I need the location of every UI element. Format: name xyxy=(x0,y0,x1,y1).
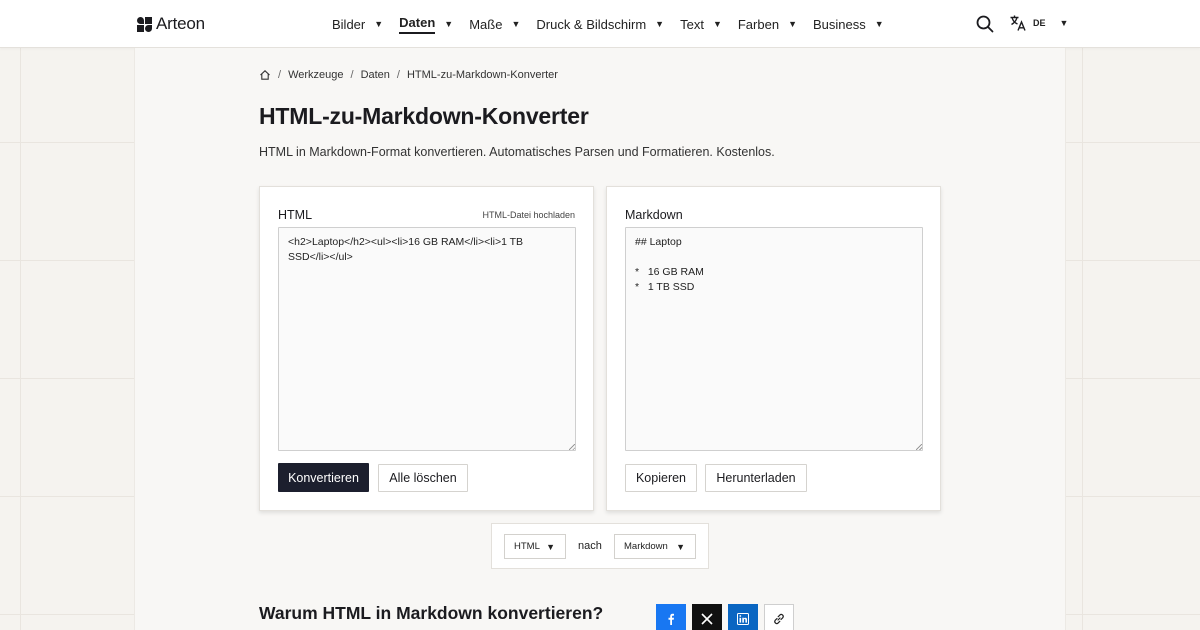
page-subtitle: HTML in Markdown-Format konvertieren. Au… xyxy=(259,145,775,159)
resize-handle-icon[interactable] xyxy=(569,444,575,450)
target-format-value: Markdown xyxy=(624,541,668,552)
html-input-textarea[interactable]: <h2>Laptop</h2><ul><li>16 GB RAM</li><li… xyxy=(278,227,576,451)
search-button[interactable] xyxy=(976,15,994,33)
caret-down-icon: ▼ xyxy=(712,19,722,29)
html-input-label: HTML xyxy=(278,208,313,222)
nav-item-druck-bildschirm[interactable]: Druck & Bildschirm ▼ xyxy=(536,0,664,48)
breadcrumb-separator: / xyxy=(278,69,282,81)
nav-item-daten[interactable]: Daten ▼ xyxy=(399,0,453,48)
nav-item-text[interactable]: Text ▼ xyxy=(680,0,722,48)
search-icon xyxy=(976,15,994,33)
nav-item-label: Business xyxy=(812,16,866,32)
nav-item-label: Text xyxy=(680,16,704,32)
convert-button[interactable]: Konvertieren xyxy=(278,463,369,492)
nav-item-label: Maße xyxy=(469,16,503,32)
top-navigation-bar: Arteon Bilder ▼ Daten ▼ Maße ▼ Druck & B… xyxy=(0,0,1200,48)
caret-down-icon: ▼ xyxy=(511,19,521,29)
caret-down-icon: ▼ xyxy=(374,19,384,29)
nav-item-label: Druck & Bildschirm xyxy=(536,16,647,32)
nav-item-label: Daten xyxy=(399,15,436,34)
nav-item-label: Bilder xyxy=(332,16,366,32)
clear-all-button[interactable]: Alle löschen xyxy=(378,464,468,492)
caret-down-icon: ▼ xyxy=(1059,18,1069,28)
language-switcher[interactable]: DE ▼ xyxy=(1009,14,1068,32)
copy-link-button[interactable] xyxy=(764,604,794,630)
upload-html-file-link[interactable]: HTML-Datei hochladen xyxy=(482,210,575,220)
share-x-button[interactable] xyxy=(692,604,722,630)
nav-item-farben[interactable]: Farben ▼ xyxy=(738,0,797,48)
caret-down-icon: ▼ xyxy=(655,19,665,29)
caret-down-icon: ▼ xyxy=(676,541,685,552)
share-facebook-button[interactable] xyxy=(656,604,686,630)
breadcrumb-separator: / xyxy=(350,69,354,81)
caret-down-icon: ▼ xyxy=(874,19,884,29)
section-heading: Warum HTML in Markdown konvertieren? xyxy=(259,603,604,623)
breadcrumb-daten[interactable]: Daten xyxy=(361,69,390,81)
main-nav: Bilder ▼ Daten ▼ Maße ▼ Druck & Bildschi… xyxy=(332,0,900,48)
nav-item-label: Farben xyxy=(737,16,780,32)
caret-down-icon: ▼ xyxy=(546,541,555,552)
markdown-output-card: Markdown ## Laptop * 16 GB RAM * 1 TB SS… xyxy=(606,186,941,511)
source-format-select[interactable]: HTML ▼ xyxy=(504,534,566,559)
share-linkedin-button[interactable] xyxy=(728,604,758,630)
logo[interactable]: Arteon xyxy=(137,14,205,34)
nav-item-bilder[interactable]: Bilder ▼ xyxy=(332,0,383,48)
format-connector-label: nach xyxy=(578,540,602,552)
format-selector: HTML ▼ nach Markdown ▼ xyxy=(491,523,709,569)
markdown-output-label: Markdown xyxy=(625,208,683,222)
facebook-icon xyxy=(668,613,674,625)
source-format-value: HTML xyxy=(514,541,540,552)
markdown-output-textarea[interactable]: ## Laptop * 16 GB RAM * 1 TB SSD xyxy=(625,227,923,451)
logo-text: Arteon xyxy=(156,14,205,33)
copy-button[interactable]: Kopieren xyxy=(625,464,697,492)
linkedin-icon xyxy=(737,613,749,625)
breadcrumb-current: HTML-zu-Markdown-Konverter xyxy=(406,69,558,81)
breadcrumb: / Werkzeuge / Daten / HTML-zu-Markdown-K… xyxy=(259,69,558,81)
caret-down-icon: ▼ xyxy=(444,19,454,29)
html-input-card: HTML HTML-Datei hochladen <h2>Laptop</h2… xyxy=(259,186,594,511)
x-icon xyxy=(701,613,713,625)
breadcrumb-separator: / xyxy=(396,69,400,81)
logo-icon xyxy=(137,16,152,32)
nav-item-business[interactable]: Business ▼ xyxy=(813,0,884,48)
translate-icon xyxy=(1010,15,1026,31)
target-format-select[interactable]: Markdown ▼ xyxy=(614,534,696,559)
breadcrumb-werkzeuge[interactable]: Werkzeuge xyxy=(288,69,343,81)
nav-item-masse[interactable]: Maße ▼ xyxy=(469,0,520,48)
caret-down-icon: ▼ xyxy=(788,19,797,29)
resize-handle-icon[interactable] xyxy=(916,444,922,450)
download-button[interactable]: Herunterladen xyxy=(705,464,807,492)
language-code: DE xyxy=(1033,18,1046,28)
page-title: HTML-zu-Markdown-Konverter xyxy=(259,103,589,129)
link-icon xyxy=(774,613,784,625)
home-icon[interactable] xyxy=(259,69,271,81)
